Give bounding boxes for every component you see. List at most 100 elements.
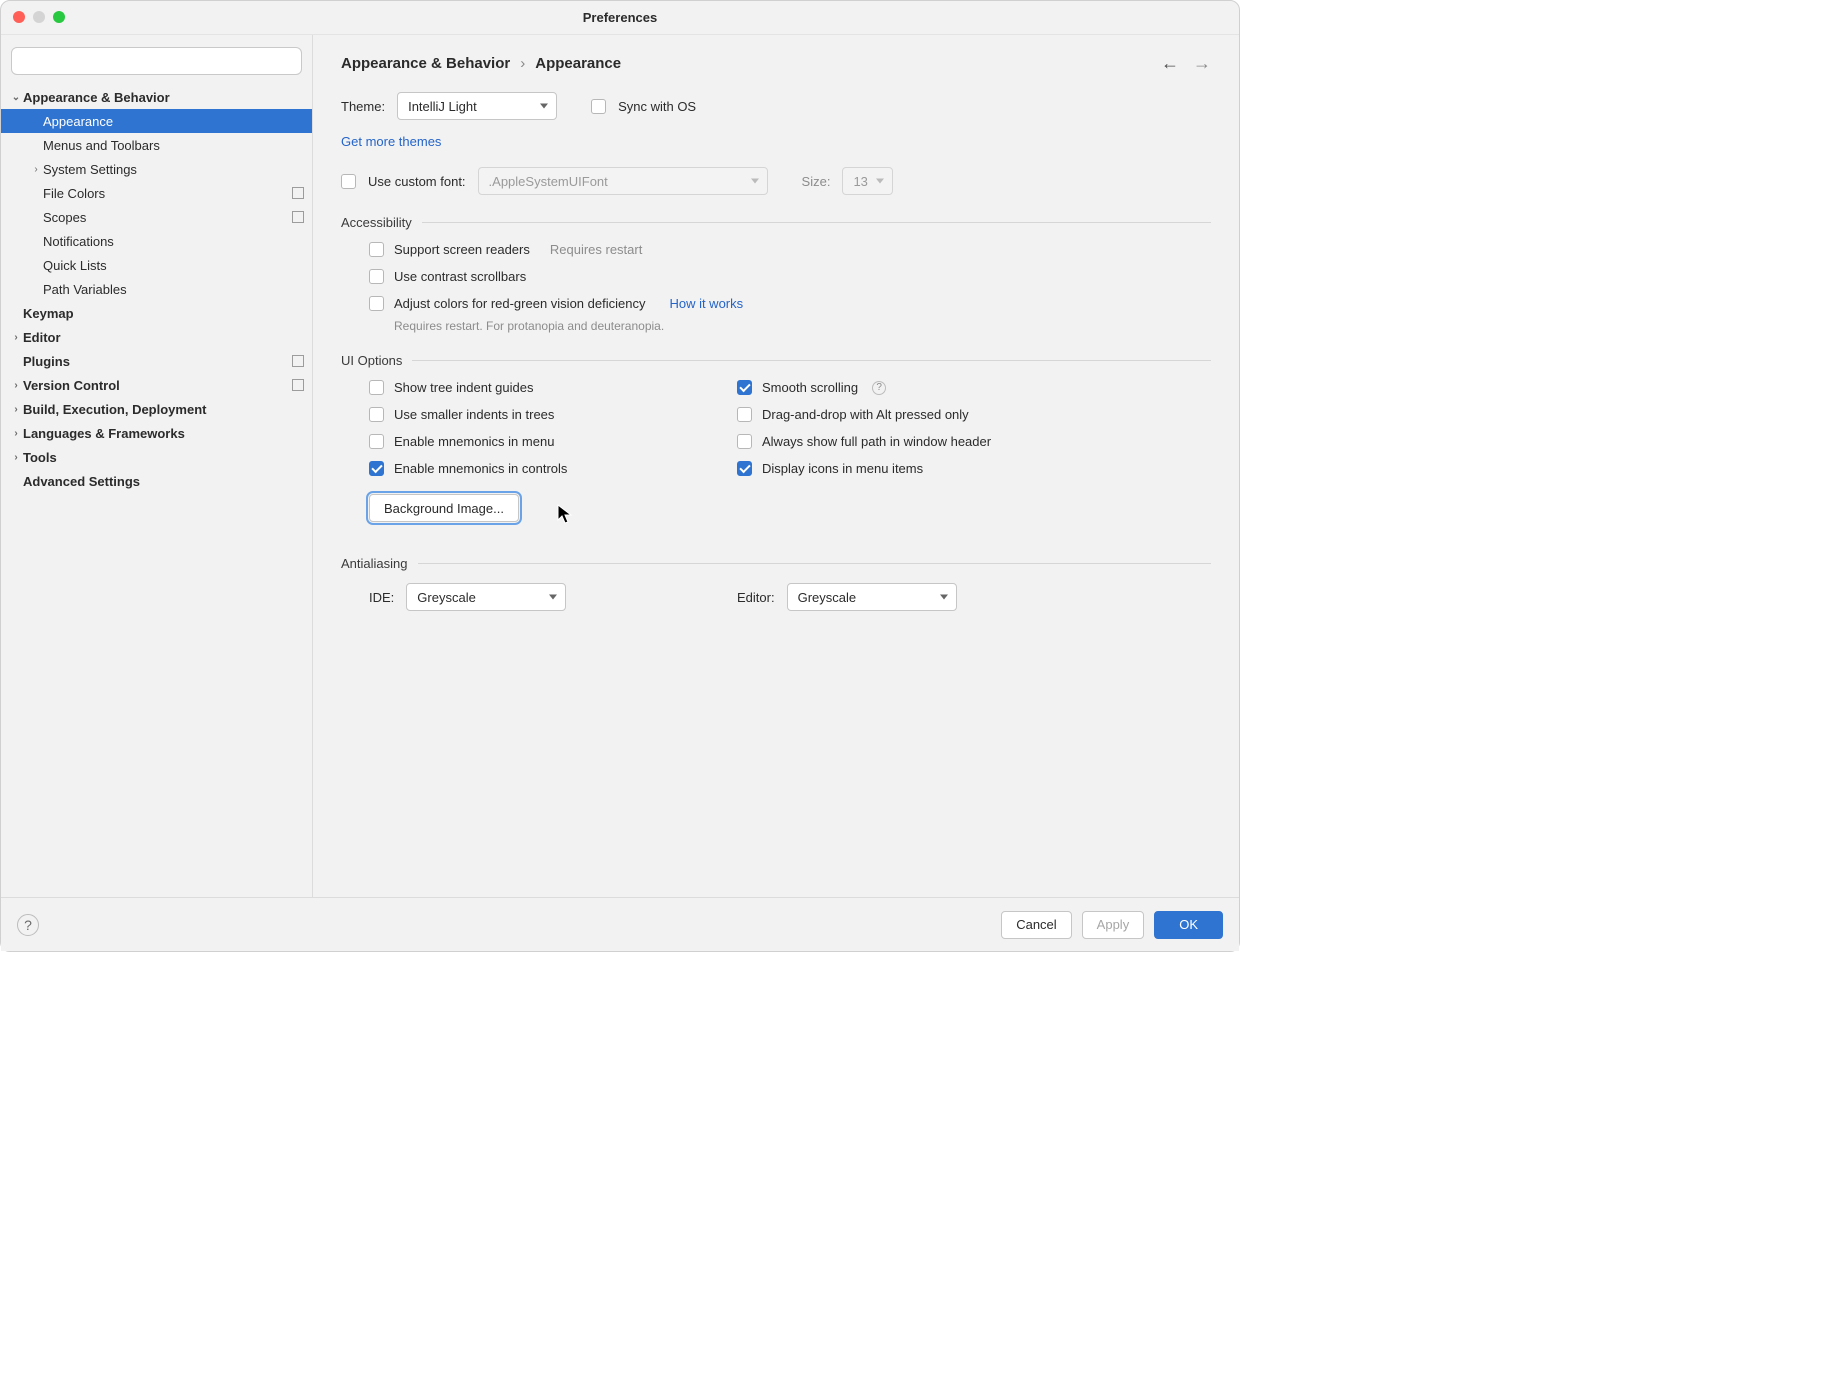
- project-level-icon: [292, 211, 304, 223]
- close-window-button[interactable]: [13, 11, 25, 23]
- window-title: Preferences: [583, 10, 657, 25]
- sidebar-item-system-settings[interactable]: ›System Settings: [1, 157, 312, 181]
- sidebar-item-label: Plugins: [23, 354, 286, 369]
- ide-aa-select[interactable]: Greyscale: [406, 583, 566, 611]
- sidebar-item-scopes[interactable]: Scopes: [1, 205, 312, 229]
- sidebar-item-build-execution-deployment[interactable]: ›Build, Execution, Deployment: [1, 397, 312, 421]
- sidebar-item-label: Appearance & Behavior: [23, 90, 304, 105]
- sidebar-item-editor[interactable]: ›Editor: [1, 325, 312, 349]
- font-size-select[interactable]: 13: [842, 167, 892, 195]
- smaller_indents-checkbox[interactable]: [369, 407, 384, 422]
- breadcrumb-parent[interactable]: Appearance & Behavior: [341, 55, 510, 72]
- sync-with-os-label: Sync with OS: [618, 99, 696, 114]
- sidebar-item-keymap[interactable]: Keymap: [1, 301, 312, 325]
- sidebar-item-advanced-settings[interactable]: Advanced Settings: [1, 469, 312, 493]
- editor-aa-select[interactable]: Greyscale: [787, 583, 957, 611]
- sidebar-item-quick-lists[interactable]: Quick Lists: [1, 253, 312, 277]
- sidebar-item-label: Tools: [23, 450, 304, 465]
- support-screen-readers-label: Support screen readers: [394, 242, 530, 257]
- dnd_alt-label: Drag-and-drop with Alt pressed only: [762, 407, 969, 422]
- ui-options-title: UI Options: [341, 353, 402, 368]
- sidebar-item-label: Editor: [23, 330, 304, 345]
- smooth_scroll-checkbox[interactable]: [737, 380, 752, 395]
- chevron-right-icon[interactable]: ›: [9, 452, 23, 463]
- ok-button[interactable]: OK: [1154, 911, 1223, 939]
- background-image-button-label: Background Image...: [384, 501, 504, 516]
- sidebar-item-notifications[interactable]: Notifications: [1, 229, 312, 253]
- support-screen-readers-checkbox[interactable]: [369, 242, 384, 257]
- divider: [422, 222, 1211, 223]
- antialiasing-title: Antialiasing: [341, 556, 408, 571]
- sidebar-item-plugins[interactable]: Plugins: [1, 349, 312, 373]
- tree_indent-checkbox[interactable]: [369, 380, 384, 395]
- settings-tree[interactable]: ⌄Appearance & Behavior Appearance Menus an…: [1, 81, 312, 897]
- sidebar-item-label: Quick Lists: [43, 258, 304, 273]
- sidebar-item-label: Keymap: [23, 306, 304, 321]
- apply-button[interactable]: Apply: [1082, 911, 1145, 939]
- chevron-right-icon[interactable]: ›: [9, 332, 23, 343]
- full_path-checkbox[interactable]: [737, 434, 752, 449]
- editor-aa-label: Editor:: [737, 590, 775, 605]
- chevron-right-icon[interactable]: ›: [29, 164, 43, 175]
- icons_menu-checkbox[interactable]: [737, 461, 752, 476]
- color-deficiency-hint: Requires restart. For protanopia and deu…: [394, 319, 1211, 333]
- chevron-right-icon[interactable]: ›: [9, 380, 23, 391]
- get-more-themes-link[interactable]: Get more themes: [341, 134, 441, 149]
- sidebar-item-version-control[interactable]: ›Version Control: [1, 373, 312, 397]
- mnemonics_controls-label: Enable mnemonics in controls: [394, 461, 567, 476]
- custom-font-value: .AppleSystemUIFont: [489, 174, 608, 189]
- search-input[interactable]: [11, 47, 302, 75]
- dnd_alt-checkbox[interactable]: [737, 407, 752, 422]
- nav-forward-icon: →: [1193, 53, 1211, 74]
- minimize-window-button[interactable]: [33, 11, 45, 23]
- project-level-icon: [292, 187, 304, 199]
- theme-select-value: IntelliJ Light: [408, 99, 477, 114]
- breadcrumb-bar: Appearance & Behavior › Appearance ← →: [341, 53, 1211, 74]
- chevron-right-icon[interactable]: ›: [9, 404, 23, 415]
- project-level-icon: [292, 355, 304, 367]
- sidebar-item-label: Appearance: [43, 114, 304, 129]
- ok-button-label: OK: [1179, 917, 1198, 932]
- cancel-button-label: Cancel: [1016, 917, 1056, 932]
- sidebar-item-label: System Settings: [43, 162, 304, 177]
- font-size-label: Size:: [802, 174, 831, 189]
- sidebar-item-path-variables[interactable]: Path Variables: [1, 277, 312, 301]
- how-it-works-link[interactable]: How it works: [669, 296, 743, 311]
- custom-font-select[interactable]: .AppleSystemUIFont: [478, 167, 768, 195]
- divider: [418, 563, 1212, 564]
- theme-select[interactable]: IntelliJ Light: [397, 92, 557, 120]
- mnemonics_menu-checkbox[interactable]: [369, 434, 384, 449]
- contrast-scrollbars-checkbox[interactable]: [369, 269, 384, 284]
- help-icon[interactable]: ?: [872, 381, 886, 395]
- cancel-button[interactable]: Cancel: [1001, 911, 1071, 939]
- use-custom-font-checkbox[interactable]: [341, 174, 356, 189]
- ide-aa-value: Greyscale: [417, 590, 476, 605]
- help-button[interactable]: ?: [17, 914, 39, 936]
- use-custom-font-label: Use custom font:: [368, 174, 466, 189]
- smooth_scroll-label: Smooth scrolling: [762, 380, 858, 395]
- sidebar-item-menus-and-toolbars[interactable]: Menus and Toolbars: [1, 133, 312, 157]
- sidebar: ⌄Appearance & Behavior Appearance Menus an…: [1, 35, 313, 897]
- sidebar-item-label: Scopes: [43, 210, 286, 225]
- sidebar-item-appearance[interactable]: Appearance: [1, 109, 312, 133]
- maximize-window-button[interactable]: [53, 11, 65, 23]
- main-panel: Appearance & Behavior › Appearance ← → T…: [313, 35, 1239, 897]
- sidebar-item-label: Menus and Toolbars: [43, 138, 304, 153]
- nav-back-icon[interactable]: ←: [1161, 53, 1179, 74]
- sidebar-item-languages-frameworks[interactable]: ›Languages & Frameworks: [1, 421, 312, 445]
- color-deficiency-checkbox[interactable]: [369, 296, 384, 311]
- sidebar-item-label: Languages & Frameworks: [23, 426, 304, 441]
- chevron-right-icon[interactable]: ›: [9, 428, 23, 439]
- breadcrumb-current: Appearance: [535, 55, 621, 72]
- mnemonics_controls-checkbox[interactable]: [369, 461, 384, 476]
- sync-with-os-checkbox[interactable]: [591, 99, 606, 114]
- sidebar-item-appearance-behavior[interactable]: ⌄Appearance & Behavior: [1, 85, 312, 109]
- traffic-lights: [13, 11, 65, 23]
- font-size-value: 13: [853, 174, 867, 189]
- sidebar-item-file-colors[interactable]: File Colors: [1, 181, 312, 205]
- sidebar-item-tools[interactable]: ›Tools: [1, 445, 312, 469]
- project-level-icon: [292, 379, 304, 391]
- background-image-button[interactable]: Background Image...: [369, 494, 519, 522]
- chevron-down-icon[interactable]: ⌄: [9, 92, 23, 103]
- mnemonics_menu-label: Enable mnemonics in menu: [394, 434, 554, 449]
